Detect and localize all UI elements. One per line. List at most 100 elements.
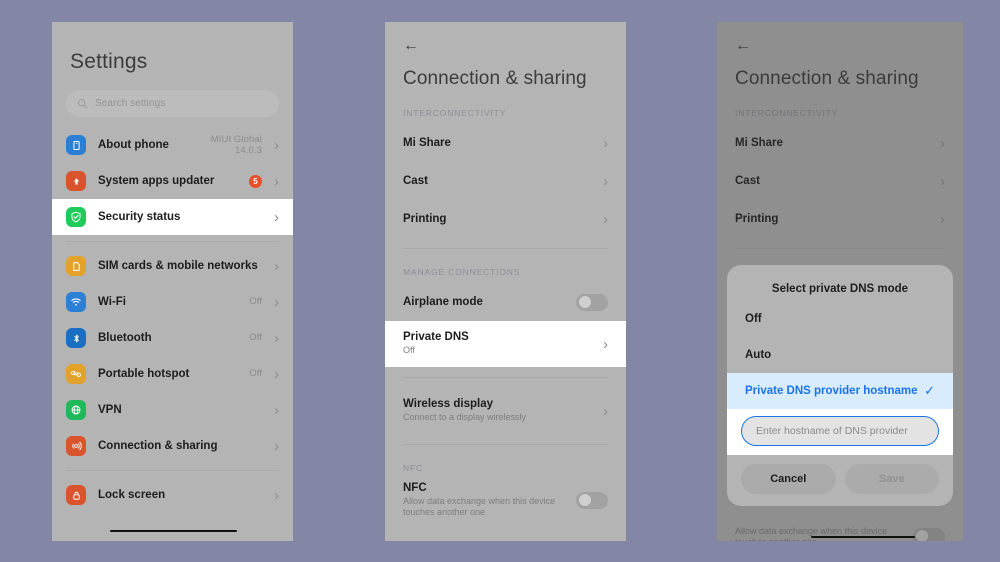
settings-item-nfc[interactable]: NFC Allow data exchange when this device… bbox=[385, 477, 626, 523]
settings-item-label: SIM cards & mobile networks bbox=[98, 260, 258, 272]
dialog-option-private-dns-provider-hostname[interactable]: Private DNS provider hostname ✓ bbox=[727, 373, 953, 409]
settings-item-sub: Allow data exchange when this device tou… bbox=[403, 495, 556, 517]
phone-screen-connection-sharing: ← Connection & sharing INTERCONNECTIVITY… bbox=[385, 22, 626, 541]
chevron-right-icon: › bbox=[274, 293, 279, 311]
settings-item-value: Off bbox=[249, 368, 262, 380]
settings-item-about-phone[interactable]: About phone MIUI Global 14.0.3 › bbox=[52, 127, 293, 163]
hostname-input[interactable]: Enter hostname of DNS provider bbox=[741, 416, 939, 446]
settings-item-label: Bluetooth bbox=[98, 332, 152, 344]
search-placeholder: Search settings bbox=[95, 98, 166, 109]
settings-item-label: Connection & sharing bbox=[98, 440, 218, 452]
settings-item-sim-cards[interactable]: SIM cards & mobile networks › bbox=[52, 248, 293, 284]
gesture-nav-bar bbox=[811, 536, 915, 538]
dialog-option-auto[interactable]: Auto bbox=[727, 337, 953, 373]
chevron-right-icon: › bbox=[274, 401, 279, 419]
phone-screen-private-dns-dialog: ← Connection & sharing INTERCONNECTIVITY… bbox=[717, 22, 963, 541]
lock-icon bbox=[66, 485, 86, 505]
chevron-right-icon: › bbox=[274, 208, 279, 226]
chevron-right-icon: › bbox=[603, 335, 608, 353]
private-dns-dialog: Select private DNS mode Off Auto Private… bbox=[727, 265, 953, 506]
settings-item-vpn[interactable]: VPN › bbox=[52, 392, 293, 428]
settings-item-label: VPN bbox=[98, 404, 122, 416]
dialog-option-off[interactable]: Off bbox=[727, 301, 953, 337]
settings-item-cast[interactable]: Cast › bbox=[385, 162, 626, 200]
settings-item-system-apps-updater[interactable]: System apps updater 5 › bbox=[52, 163, 293, 199]
phone-icon bbox=[66, 135, 86, 155]
wifi-icon bbox=[66, 292, 86, 312]
check-icon: ✓ bbox=[924, 383, 935, 398]
cancel-button[interactable]: Cancel bbox=[741, 464, 836, 494]
settings-item-sub: Off bbox=[403, 345, 415, 356]
settings-item-label: Lock screen bbox=[98, 489, 166, 501]
settings-item-security-status[interactable]: Security status › bbox=[52, 199, 293, 235]
settings-item-label: Printing bbox=[403, 213, 447, 225]
settings-item-portable-hotspot[interactable]: Portable hotspot Off › bbox=[52, 356, 293, 392]
hostname-input-container: Enter hostname of DNS provider bbox=[727, 409, 953, 455]
page-title: Settings bbox=[70, 50, 148, 73]
settings-item-value: MIUI Global 14.0.3 bbox=[210, 133, 262, 156]
chevron-right-icon: › bbox=[603, 134, 608, 152]
dialog-option-label: Off bbox=[745, 313, 762, 325]
settings-item-mi-share[interactable]: Mi Share › bbox=[385, 124, 626, 162]
search-icon bbox=[77, 98, 88, 109]
phone-screen-settings: Settings Search settings About phone MIU… bbox=[52, 22, 293, 541]
up-arrow-icon bbox=[66, 171, 86, 191]
chevron-right-icon: › bbox=[274, 437, 279, 455]
hostname-input-placeholder: Enter hostname of DNS provider bbox=[756, 425, 908, 437]
settings-item-label: Airplane mode bbox=[403, 296, 483, 308]
settings-item-label: About phone bbox=[98, 139, 169, 151]
settings-item-value: Off bbox=[249, 332, 262, 344]
settings-item-label: NFC bbox=[403, 481, 427, 494]
section-header-interconnectivity: INTERCONNECTIVITY bbox=[403, 108, 507, 118]
airplane-mode-toggle[interactable] bbox=[576, 293, 608, 311]
status-badge: 5 bbox=[249, 174, 262, 188]
list-divider bbox=[66, 470, 279, 471]
chevron-right-icon: › bbox=[274, 257, 279, 275]
chevron-right-icon: › bbox=[274, 172, 279, 190]
settings-item-sub: Connect to a display wirelessly bbox=[403, 412, 527, 423]
list-divider bbox=[66, 241, 279, 242]
save-button[interactable]: Save bbox=[844, 464, 939, 494]
settings-item-airplane-mode[interactable]: Airplane mode bbox=[385, 283, 626, 321]
chevron-right-icon: › bbox=[274, 486, 279, 504]
dialog-title: Select private DNS mode bbox=[771, 283, 909, 295]
settings-item-lock-screen[interactable]: Lock screen › bbox=[52, 477, 293, 513]
dialog-actions: Cancel Save bbox=[727, 455, 953, 496]
settings-item-value: Off bbox=[249, 296, 262, 308]
settings-item-wifi[interactable]: Wi-Fi Off › bbox=[52, 284, 293, 320]
section-header-nfc: NFC bbox=[403, 463, 424, 473]
chevron-right-icon: › bbox=[603, 210, 608, 228]
settings-item-private-dns[interactable]: Private DNS Off › bbox=[385, 321, 626, 367]
sim-card-icon bbox=[66, 256, 86, 276]
nfc-toggle[interactable] bbox=[576, 491, 608, 509]
dialog-option-label: Auto bbox=[745, 349, 772, 361]
settings-item-wireless-display[interactable]: Wireless display Connect to a display wi… bbox=[385, 388, 626, 434]
chevron-right-icon: › bbox=[603, 402, 608, 420]
search-input[interactable]: Search settings bbox=[66, 90, 279, 117]
settings-item-label: Private DNS bbox=[403, 331, 469, 344]
settings-item-label: System apps updater bbox=[98, 175, 215, 187]
hotspot-icon bbox=[66, 364, 86, 384]
dialog-option-label: Private DNS provider hostname bbox=[745, 385, 918, 397]
settings-item-label: Cast bbox=[403, 175, 428, 187]
settings-item-label: Security status bbox=[98, 211, 181, 223]
shield-check-icon bbox=[66, 207, 86, 227]
section-header-manage-connections: MANAGE CONNECTIONS bbox=[403, 267, 521, 277]
settings-item-label: Portable hotspot bbox=[98, 368, 190, 380]
connection-sharing-icon bbox=[66, 436, 86, 456]
settings-item-label: Mi Share bbox=[403, 137, 451, 149]
chevron-right-icon: › bbox=[274, 329, 279, 347]
chevron-right-icon: › bbox=[274, 365, 279, 383]
globe-icon bbox=[66, 400, 86, 420]
settings-item-bluetooth[interactable]: Bluetooth Off › bbox=[52, 320, 293, 356]
gesture-nav-bar bbox=[110, 530, 237, 532]
page-title: Connection & sharing bbox=[403, 68, 587, 89]
screenshot-stage: Settings Search settings About phone MIU… bbox=[0, 0, 1000, 562]
chevron-right-icon: › bbox=[274, 136, 279, 154]
settings-item-label: Wireless display bbox=[403, 398, 494, 411]
settings-item-printing[interactable]: Printing › bbox=[385, 200, 626, 238]
chevron-right-icon: › bbox=[603, 172, 608, 190]
back-arrow-icon[interactable]: ← bbox=[385, 22, 429, 54]
bluetooth-icon bbox=[66, 328, 86, 348]
settings-item-connection-sharing[interactable]: Connection & sharing › bbox=[52, 428, 293, 464]
